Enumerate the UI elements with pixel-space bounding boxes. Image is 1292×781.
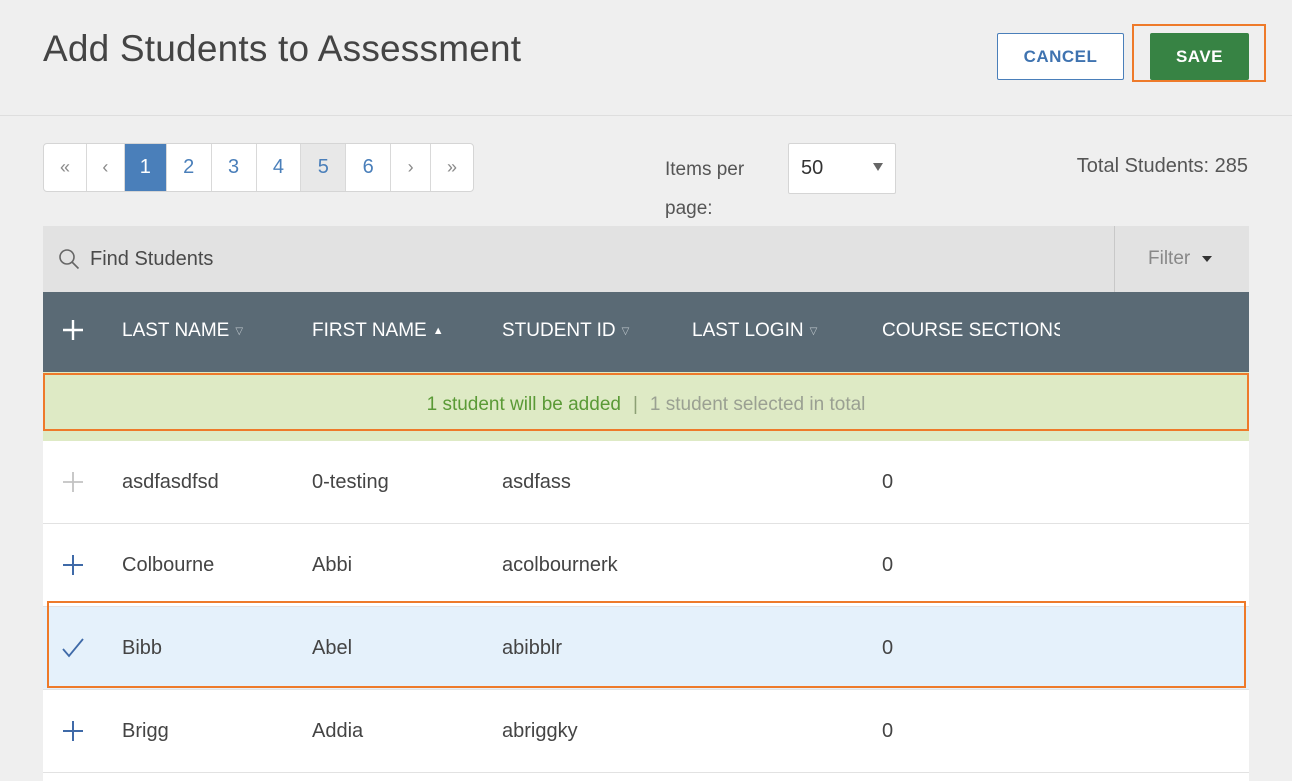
cancel-button[interactable]: CANCEL: [997, 33, 1124, 80]
filter-button[interactable]: Filter: [1114, 226, 1249, 292]
total-students: Total Students: 285: [1076, 155, 1248, 177]
items-per-page-select[interactable]: 50: [788, 143, 896, 194]
page-2-button[interactable]: 2: [167, 144, 212, 191]
table-row[interactable]: asdfasdfsd 0-testing asdfass 0: [43, 441, 1249, 524]
save-button[interactable]: SAVE: [1150, 33, 1249, 80]
sort-down-icon: ▽: [621, 325, 630, 337]
table-row[interactable]: Colbourne Abbi acolbournerk 0: [43, 524, 1249, 607]
column-header-first-name[interactable]: FIRST NAME ▲: [312, 320, 444, 342]
student-id-cell: abriggky: [502, 720, 578, 742]
table-row[interactable]: Brigg Addia abriggky 0: [43, 690, 1249, 773]
student-list: asdfasdfsd 0-testing asdfass 0 Colbourne…: [43, 441, 1249, 781]
last-name-cell: Bibb: [122, 637, 163, 659]
sort-up-icon: ▲: [432, 325, 444, 337]
first-name-cell: Addia: [312, 720, 364, 742]
caret-down-icon: [1202, 256, 1213, 262]
last-name-cell: asdfasdfsd: [122, 471, 219, 493]
course-sections-cell: 0: [882, 554, 894, 576]
caret-down-icon: [873, 163, 883, 171]
first-name-cell: 0-testing: [312, 471, 389, 493]
column-header-last-login[interactable]: LAST LOGIN ▽: [692, 320, 817, 342]
add-all-icon[interactable]: [61, 318, 85, 342]
page-1-button[interactable]: 1: [124, 144, 167, 191]
sort-down-icon: ▽: [235, 325, 244, 337]
filter-label: Filter: [1148, 248, 1191, 269]
student-id-cell: acolbournerk: [502, 554, 618, 576]
page-title: Add Students to Assessment: [43, 28, 522, 69]
prev-page-button[interactable]: ‹: [87, 144, 125, 191]
search-icon: [59, 249, 80, 270]
next-page-button[interactable]: ›: [391, 144, 432, 191]
add-icon[interactable]: [61, 719, 85, 743]
banner-highlight: [43, 373, 1249, 431]
last-page-button[interactable]: »: [431, 144, 473, 191]
last-name-cell: Colbourne: [122, 554, 215, 576]
sort-down-icon: ▽: [809, 325, 818, 337]
items-per-page-label: Items per page:: [665, 159, 745, 219]
course-sections-cell: 0: [882, 720, 894, 742]
first-name-cell: Abel: [312, 637, 353, 659]
page-4-button[interactable]: 4: [257, 144, 302, 191]
page-3-button[interactable]: 3: [212, 144, 257, 191]
items-per-page-value: 50: [801, 157, 824, 179]
page-5-button[interactable]: 5: [301, 144, 347, 191]
column-header-last-name[interactable]: LAST NAME ▽: [122, 320, 243, 342]
table-row-selected[interactable]: Bibb Abel abibblr 0: [43, 607, 1249, 690]
search-bar: Filter: [43, 226, 1249, 292]
add-icon-disabled: [63, 472, 83, 492]
course-sections-cell: 0: [882, 471, 894, 493]
last-name-cell: Brigg: [122, 720, 169, 742]
page-header: Add Students to Assessment CANCEL SAVE: [0, 0, 1292, 116]
search-input[interactable]: [90, 242, 1090, 276]
first-name-cell: Abbi: [312, 554, 353, 576]
student-id-cell: abibblr: [502, 637, 563, 659]
first-page-button[interactable]: «: [44, 144, 87, 191]
add-icon[interactable]: [61, 553, 85, 577]
pagination: « ‹ 1 2 3 4 5 6 › »: [43, 143, 474, 192]
course-sections-cell: 0: [882, 637, 894, 659]
column-header-student-id[interactable]: STUDENT ID ▽: [502, 320, 629, 342]
checkmark-icon[interactable]: [61, 636, 85, 660]
column-header-course-sections[interactable]: COURSE SECTIONS: [882, 320, 1060, 342]
table-header: LAST NAME ▽ FIRST NAME ▲ STUDENT ID ▽ LA…: [43, 292, 1249, 372]
student-id-cell: asdfass: [502, 471, 571, 493]
page-6-button[interactable]: 6: [346, 144, 392, 191]
